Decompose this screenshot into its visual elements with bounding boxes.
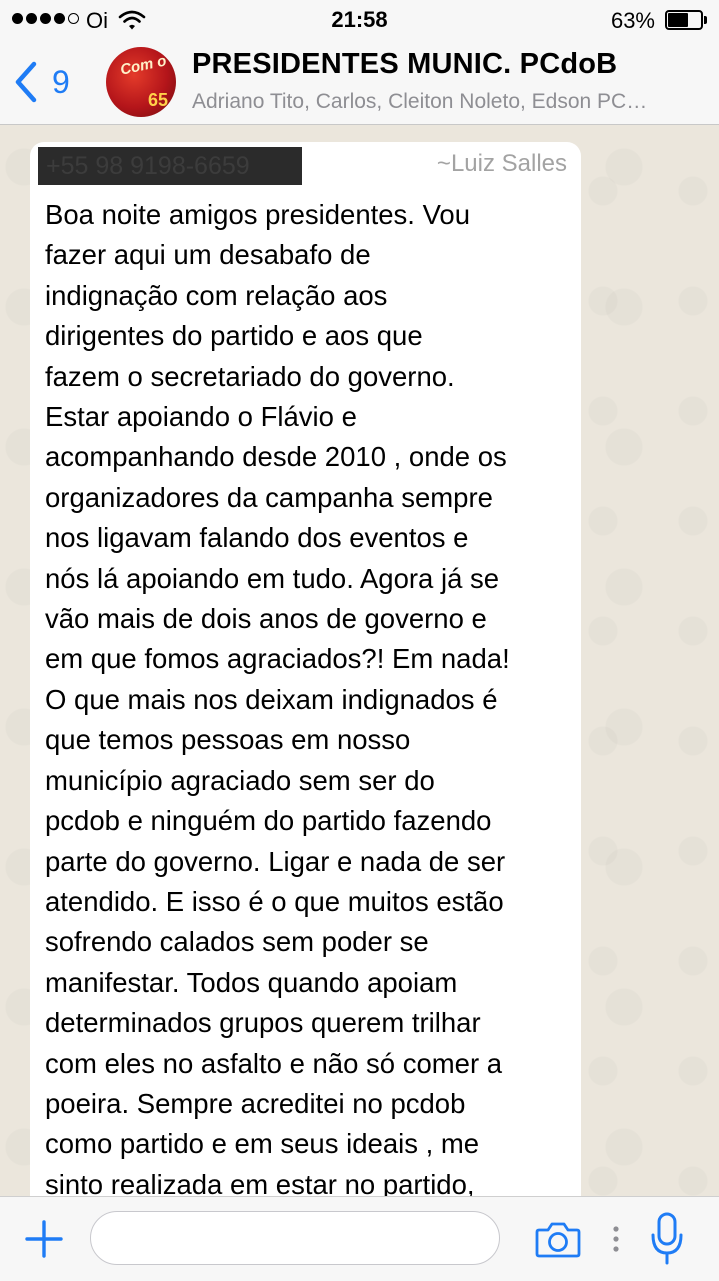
battery-icon xyxy=(665,10,707,30)
vertical-dots-icon[interactable] xyxy=(612,1225,620,1253)
status-bar: Oi 21:58 63% xyxy=(0,0,719,40)
unread-count: 9 xyxy=(52,63,70,100)
plus-icon[interactable] xyxy=(24,1219,64,1259)
battery-percentage: 63% xyxy=(610,8,655,33)
avatar-logo-text: Com o xyxy=(118,52,168,79)
input-bar xyxy=(0,1196,719,1281)
sender-name: ~Luiz Salles xyxy=(436,150,567,177)
microphone-icon[interactable] xyxy=(650,1211,684,1267)
camera-icon[interactable] xyxy=(535,1219,581,1259)
message-text: Boa noite amigos presidentes. Vou fazer … xyxy=(45,199,510,1196)
chat-area[interactable]: +55 98 9198-6659 ~Luiz Salles Boa noite … xyxy=(0,125,719,1196)
sender-phone-redacted[interactable]: +55 98 9198-6659 xyxy=(38,147,302,185)
group-title[interactable]: PRESIDENTES MUNIC. PCdoB xyxy=(192,48,617,81)
avatar-logo-number: 65 xyxy=(147,90,168,110)
group-avatar[interactable]: Com o 65 xyxy=(106,47,176,117)
message-input[interactable] xyxy=(90,1211,500,1265)
chevron-left-icon xyxy=(15,61,37,103)
group-members[interactable]: Adriano Tito, Carlos, Cleiton Noleto, Ed… xyxy=(192,90,712,114)
message-bubble[interactable]: +55 98 9198-6659 ~Luiz Salles Boa noite … xyxy=(30,142,581,1196)
back-button[interactable]: 9 xyxy=(12,54,70,110)
chat-header: 9 Com o 65 PRESIDENTES MUNIC. PCdoB Adri… xyxy=(0,40,719,125)
